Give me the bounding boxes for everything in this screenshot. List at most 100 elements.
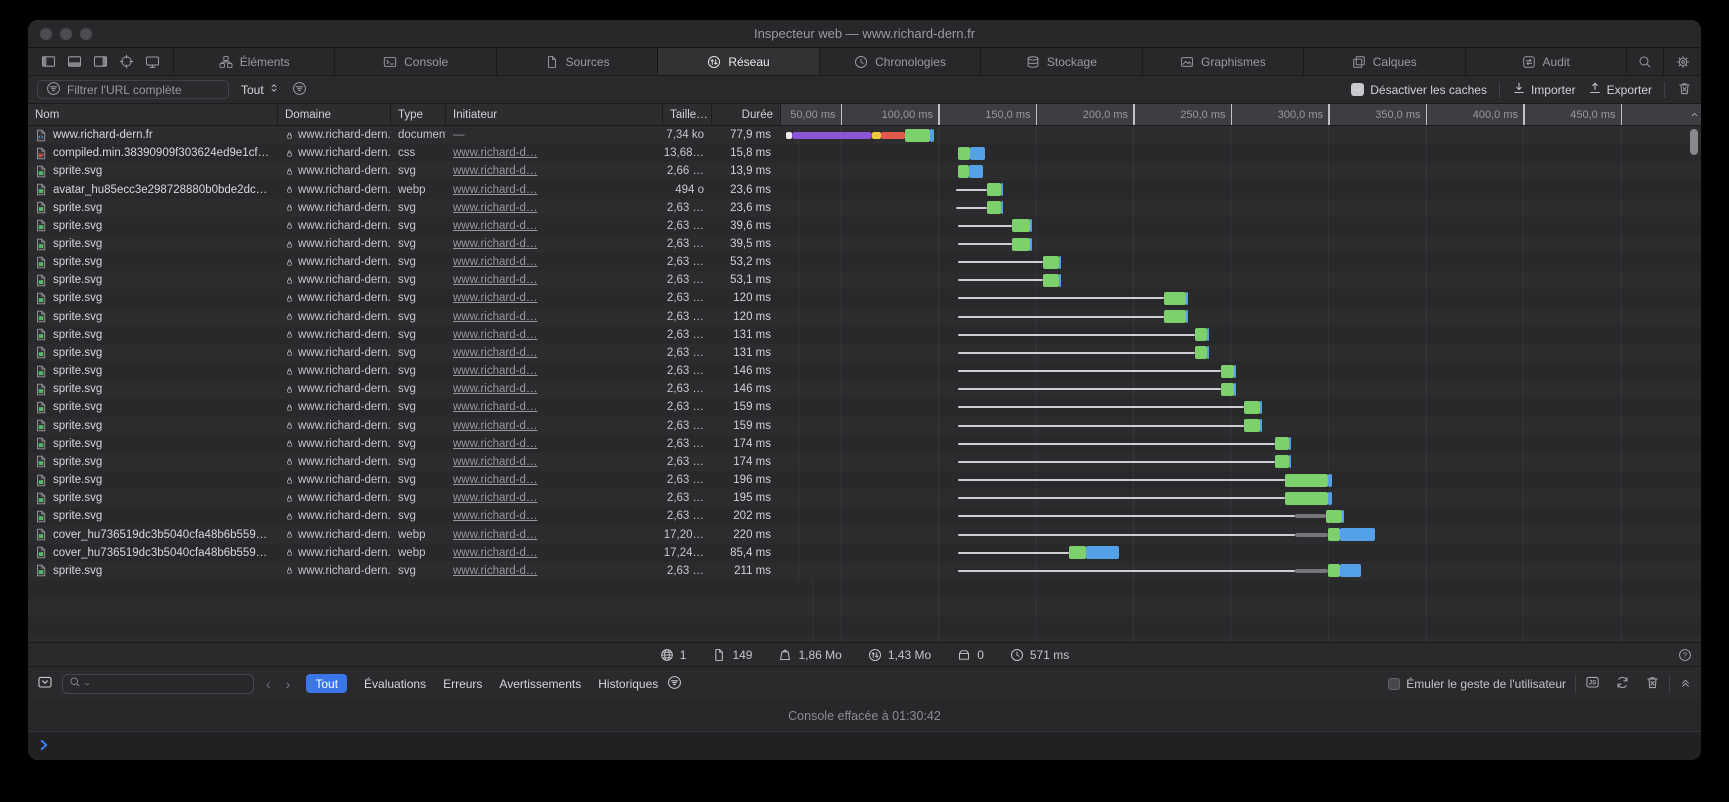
console-scope-erreurs[interactable]: Erreurs (443, 677, 482, 691)
collapse-console-button[interactable] (37, 674, 53, 693)
tab-graphismes[interactable]: Graphismes (1143, 48, 1304, 75)
url-filter-field[interactable]: Filtrer l'URL complète (37, 80, 229, 99)
column-header-initiateur[interactable]: Initiateur (446, 104, 663, 125)
initiator-link[interactable]: www.richard-d… (453, 347, 537, 359)
table-row[interactable]: cover_hu736519dc3b5040cfa48b6b559b6de6ec… (28, 544, 1701, 562)
zoom-window-button[interactable] (80, 28, 92, 40)
table-row[interactable]: sprite.svgwww.richard-dern.frsvgwww.rich… (28, 471, 1701, 489)
column-header-taille[interactable]: Taille… (663, 104, 712, 125)
tab-elements[interactable]: Éléments (174, 48, 335, 75)
tab-sources[interactable]: Sources (497, 48, 658, 75)
console-scope-historiques[interactable]: Historiques (598, 677, 658, 691)
table-row[interactable]: sprite.svgwww.richard-dern.frsvgwww.rich… (28, 308, 1701, 326)
initiator-link[interactable]: www.richard-d… (453, 274, 537, 286)
console-prompt[interactable] (28, 732, 1701, 760)
initiator-link[interactable]: www.richard-d… (453, 238, 537, 250)
table-row[interactable]: sprite.svgwww.richard-dern.frsvgwww.rich… (28, 199, 1701, 217)
initiator-link[interactable]: www.richard-d… (453, 329, 537, 341)
table-row[interactable]: compiled.min.38390909f303624ed9e1cf1bd3f… (28, 144, 1701, 162)
console-scope-tout[interactable]: Tout (306, 674, 347, 693)
table-row[interactable]: sprite.svgwww.richard-dern.frsvgwww.rich… (28, 271, 1701, 289)
table-row[interactable]: sprite.svgwww.richard-dern.frsvgwww.rich… (28, 253, 1701, 271)
table-row[interactable]: sprite.svgwww.richard-dern.frsvgwww.rich… (28, 398, 1701, 416)
initiator-link[interactable]: www.richard-d… (453, 474, 537, 486)
sidebar-right-icon[interactable] (93, 54, 108, 69)
table-row[interactable]: sprite.svgwww.richard-dern.frsvgwww.rich… (28, 507, 1701, 525)
table-row[interactable]: sprite.svgwww.richard-dern.frsvgwww.rich… (28, 417, 1701, 435)
initiator-link[interactable]: www.richard-d… (453, 438, 537, 450)
tab-audit[interactable]: Audit (1466, 48, 1627, 75)
table-row[interactable]: sprite.svgwww.richard-dern.frsvgwww.rich… (28, 435, 1701, 453)
console-scope-avertissements[interactable]: Avertissements (499, 677, 581, 691)
table-row[interactable]: sprite.svgwww.richard-dern.frsvgwww.rich… (28, 562, 1701, 580)
import-button[interactable]: Importer (1512, 81, 1576, 98)
clear-network-button[interactable] (1677, 81, 1692, 99)
search-button[interactable] (1627, 48, 1664, 75)
sidebar-left-icon[interactable] (41, 54, 56, 69)
column-header-duree[interactable]: Durée (712, 104, 781, 125)
initiator-link[interactable]: www.richard-d… (453, 220, 537, 232)
initiator-link[interactable]: www.richard-d… (453, 529, 537, 541)
initiator-link[interactable]: www.richard-d… (453, 292, 537, 304)
scrollbar-thumb[interactable] (1690, 129, 1698, 155)
settings-button[interactable] (1664, 48, 1701, 75)
console-evaluate-js-button[interactable]: JS (1585, 675, 1600, 693)
emulate-user-gesture-checkbox[interactable]: Émuler le geste de l'utilisateur (1388, 677, 1566, 691)
initiator-link[interactable]: www.richard-d… (453, 365, 537, 377)
console-reload-button[interactable] (1615, 675, 1630, 693)
initiator-link[interactable]: www.richard-d… (453, 492, 537, 504)
table-row[interactable]: sprite.svgwww.richard-dern.frsvgwww.rich… (28, 380, 1701, 398)
panel-bottom-icon[interactable] (67, 54, 82, 69)
table-row[interactable]: sprite.svgwww.richard-dern.frsvgwww.rich… (28, 344, 1701, 362)
initiator-link[interactable]: www.richard-d… (453, 147, 537, 159)
disable-caches-checkbox[interactable]: Désactiver les caches (1351, 83, 1487, 97)
resource-type-dropdown[interactable]: Tout (241, 82, 280, 97)
initiator-link[interactable]: www.richard-d… (453, 547, 537, 559)
initiator-link[interactable]: www.richard-d… (453, 420, 537, 432)
initiator-link[interactable]: www.richard-d… (453, 383, 537, 395)
help-button[interactable]: ? (1678, 648, 1692, 662)
table-row[interactable]: www.richard-dern.frwww.richard-dern.frdo… (28, 126, 1701, 144)
table-row[interactable]: sprite.svgwww.richard-dern.frsvgwww.rich… (28, 162, 1701, 180)
console-search-field[interactable] (62, 674, 254, 694)
initiator-link[interactable]: www.richard-d… (453, 311, 537, 323)
table-row[interactable]: sprite.svgwww.richard-dern.frsvgwww.rich… (28, 289, 1701, 307)
tab-console[interactable]: Console (335, 48, 496, 75)
expand-console-button[interactable] (1679, 676, 1692, 692)
initiator-link[interactable]: www.richard-d… (453, 165, 537, 177)
initiator-link[interactable]: www.richard-d… (453, 256, 537, 268)
table-row[interactable]: avatar_hu85ecc3e298728880b0bde2dcc4e5c23… (28, 180, 1701, 198)
tab-calques[interactable]: Calques (1304, 48, 1465, 75)
initiator-link[interactable]: www.richard-d… (453, 456, 537, 468)
table-row[interactable]: sprite.svgwww.richard-dern.frsvgwww.rich… (28, 217, 1701, 235)
table-row[interactable]: sprite.svgwww.richard-dern.frsvgwww.rich… (28, 326, 1701, 344)
initiator-link[interactable]: www.richard-d… (453, 202, 537, 214)
tab-stockage[interactable]: Stockage (981, 48, 1142, 75)
tab-chronologies[interactable]: Chronologies (820, 48, 981, 75)
initiator-link[interactable]: www.richard-d… (453, 401, 537, 413)
column-header-domaine[interactable]: Domaine (278, 104, 391, 125)
column-header-type[interactable]: Type (391, 104, 446, 125)
table-row[interactable]: cover_hu736519dc3b5040cfa48b6b559b6de6ec… (28, 525, 1701, 543)
table-row[interactable]: sprite.svgwww.richard-dern.frsvgwww.rich… (28, 362, 1701, 380)
minimize-window-button[interactable] (60, 28, 72, 40)
close-window-button[interactable] (40, 28, 52, 40)
initiator-link[interactable]: www.richard-d… (453, 510, 537, 522)
scroll-up-button[interactable] (1687, 104, 1701, 125)
console-search-input[interactable] (93, 677, 247, 691)
previous-result-button[interactable]: ‹ (263, 676, 274, 692)
table-row[interactable]: sprite.svgwww.richard-dern.frsvgwww.rich… (28, 453, 1701, 471)
clear-console-button[interactable] (1645, 675, 1660, 693)
waterfall-segment-blue (1207, 346, 1209, 359)
console-scope-evaluations[interactable]: Évaluations (364, 677, 426, 691)
tab-reseau[interactable]: Réseau (658, 48, 819, 75)
initiator-link[interactable]: www.richard-d… (453, 565, 537, 577)
element-picker-icon[interactable] (119, 54, 134, 69)
column-header-nom[interactable]: Nom (28, 104, 278, 125)
table-row[interactable]: sprite.svgwww.richard-dern.frsvgwww.rich… (28, 489, 1701, 507)
table-row[interactable]: sprite.svgwww.richard-dern.frsvgwww.rich… (28, 235, 1701, 253)
export-button[interactable]: Exporter (1588, 81, 1652, 98)
device-icon[interactable] (145, 54, 160, 69)
initiator-link[interactable]: www.richard-d… (453, 184, 537, 196)
next-result-button[interactable]: › (283, 676, 294, 692)
